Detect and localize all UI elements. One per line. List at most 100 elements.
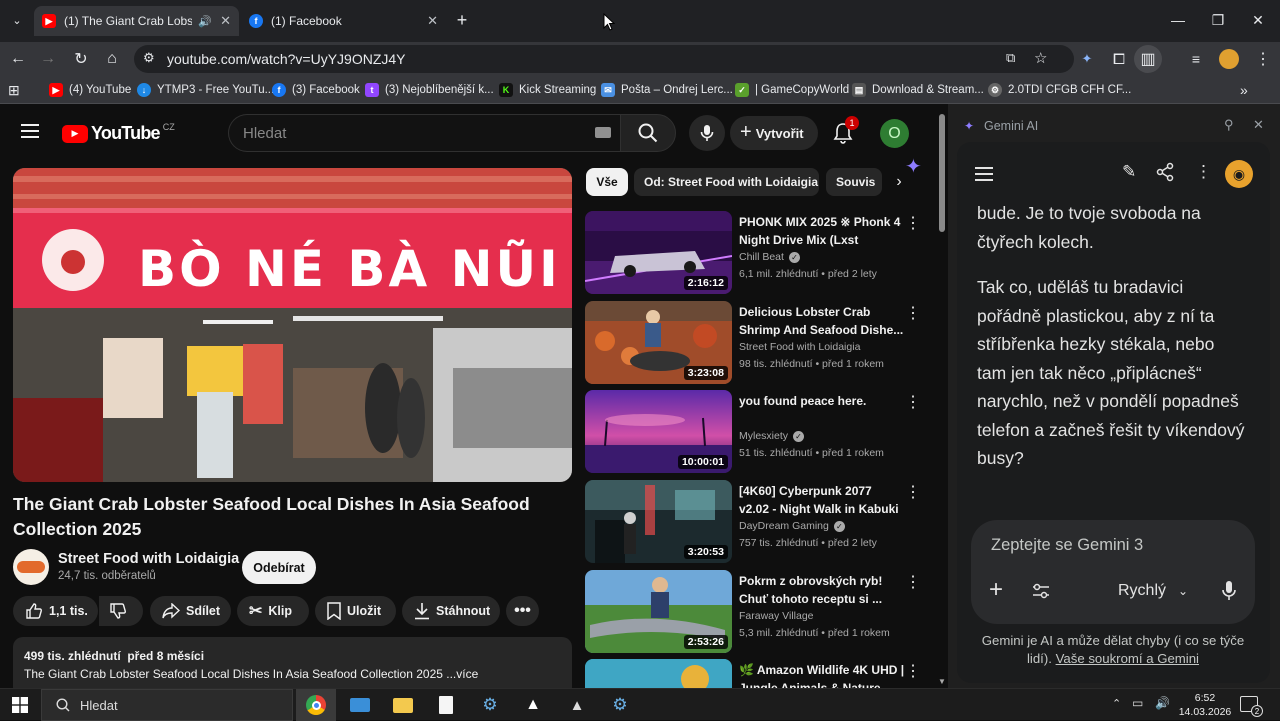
add-attachment-icon[interactable]: +	[989, 578, 1003, 602]
youtube-logo[interactable]: ▶ YouTube CZ	[62, 122, 175, 144]
account-avatar[interactable]: O	[880, 119, 909, 148]
recommended-video[interactable]: 3:20:53 [4K60] Cyberpunk 2077 v2.02 - Ni…	[585, 480, 925, 564]
more-vertical-icon[interactable]: ⋮	[905, 303, 921, 323]
mail-app-icon[interactable]	[340, 689, 380, 721]
download-button[interactable]: Stáhnout	[402, 596, 500, 626]
more-bookmarks-icon[interactable]: »	[1240, 81, 1248, 99]
bookmark-mail[interactable]: ✉ Pošta – Ondrej Lerc...	[601, 81, 733, 99]
address-bar[interactable]: ⚙ youtube.com/watch?v=UyYJ9ONZJ4Y ⧉ ☆	[134, 45, 1074, 73]
site-info-icon[interactable]: ⚙	[143, 50, 155, 66]
pin-icon[interactable]: ⚲	[1224, 117, 1234, 133]
more-vertical-icon[interactable]: ⋮	[905, 482, 921, 502]
tray-chevron-icon[interactable]: ⌃	[1112, 697, 1121, 710]
mode-selector[interactable]: Rychlý ⌄	[1118, 582, 1188, 600]
document-icon[interactable]	[426, 689, 466, 721]
minimize-icon[interactable]: —	[1158, 0, 1198, 40]
install-app-icon[interactable]: ⧉	[1006, 50, 1015, 66]
privacy-link[interactable]: Vaše soukromí a Gemini	[1056, 651, 1199, 666]
gemini-prompt-box[interactable]: Zeptejte se Gemini 3 + Rychlý ⌄	[971, 520, 1255, 624]
gemini-extension-icon[interactable]: ✦	[1072, 42, 1102, 76]
profile-avatar[interactable]	[1219, 49, 1239, 69]
network-icon[interactable]: ▭	[1132, 696, 1143, 710]
reload-icon[interactable]: ↻	[66, 42, 96, 76]
chip-all[interactable]: Vše	[586, 168, 628, 196]
hamburger-menu-icon[interactable]	[21, 124, 39, 138]
audio-playing-icon[interactable]: 🔊	[198, 15, 212, 28]
chrome-icon[interactable]	[296, 689, 336, 721]
back-icon[interactable]: ←	[3, 42, 33, 76]
user-avatar[interactable]: ◉	[1225, 160, 1253, 188]
share-button[interactable]: Sdílet	[150, 596, 231, 626]
side-panel-icon[interactable]: ▥	[1134, 45, 1162, 73]
media-control-icon[interactable]: ≡	[1181, 42, 1211, 76]
more-vertical-icon[interactable]: ⋮	[905, 392, 921, 412]
bookmark-ytmp3[interactable]: ↓ YTMP3 - Free YouTu...	[137, 81, 274, 99]
steam-icon[interactable]: ⚙	[470, 689, 510, 721]
more-vertical-icon[interactable]: ⋮	[905, 661, 921, 681]
bookmark-twitch[interactable]: t (3) Nejoblíbenější k...	[365, 81, 494, 99]
more-vertical-icon[interactable]: ⋮	[905, 572, 921, 592]
taskbar-search[interactable]: Hledat	[41, 689, 293, 721]
extensions-icon[interactable]: ⧠	[1104, 42, 1134, 76]
bookmark-gamecopyworld[interactable]: ✓ | GameCopyWorld	[735, 81, 849, 99]
gemini-menu-icon[interactable]	[975, 167, 993, 181]
bookmark-facebook[interactable]: f (3) Facebook	[272, 81, 360, 99]
close-tab-icon[interactable]: ✕	[220, 13, 231, 29]
bookmark-star-icon[interactable]: ☆	[1034, 49, 1047, 67]
subscribe-button[interactable]: Odebírat	[242, 551, 316, 584]
create-button[interactable]: + Vytvořit	[730, 116, 818, 150]
windows-start-icon[interactable]	[0, 689, 40, 721]
home-icon[interactable]: ⌂	[97, 42, 127, 76]
voice-search-button[interactable]	[689, 115, 725, 151]
new-chat-icon[interactable]: ✎	[1122, 162, 1136, 182]
description-box[interactable]: 499 tis. zhlédnutí před 8 měsíci The Gia…	[13, 637, 572, 688]
recommended-video[interactable]: 🌿 Amazon Wildlife 4K UHD | Jungle Animal…	[585, 659, 925, 688]
recommended-video[interactable]: 2:16:12 PHONK MIX 2025 ※ Phonk 4 Night D…	[585, 211, 925, 295]
search-button[interactable]	[620, 114, 676, 152]
youtube-scrollbar[interactable]: ▼	[936, 108, 948, 688]
video-player[interactable]: BÒ NÉ BÀ NŨI	[13, 168, 572, 482]
chip-from-channel[interactable]: Od: Street Food with Loidaigia	[634, 168, 819, 196]
close-tab-icon[interactable]: ✕	[427, 13, 438, 29]
channel-name[interactable]: Street Food with Loidaigia	[58, 551, 239, 567]
volume-icon[interactable]: 🔊	[1155, 696, 1170, 710]
menu-dots-icon[interactable]: ⋮	[1248, 42, 1278, 76]
share-chat-icon[interactable]	[1155, 162, 1175, 182]
tab-facebook[interactable]: f (1) Facebook ✕	[241, 6, 446, 36]
like-button[interactable]: 1,1 tis.	[13, 596, 98, 626]
microphone-icon[interactable]	[1221, 580, 1237, 602]
chip-related[interactable]: Souvis	[826, 168, 882, 196]
scroll-down-arrow-icon[interactable]: ▼	[938, 677, 946, 686]
clip-button[interactable]: ✂ Klip	[237, 596, 309, 626]
launcher-icon[interactable]: ▲	[513, 689, 553, 721]
notifications-button[interactable]: 1	[833, 116, 859, 144]
maximize-icon[interactable]: ❐	[1198, 0, 1238, 40]
more-vertical-icon[interactable]: ⋮	[1195, 162, 1212, 182]
file-explorer-icon[interactable]	[383, 689, 423, 721]
bookmark-download[interactable]: ▤ Download & Stream...	[852, 81, 984, 99]
steam-icon[interactable]: ⚙	[600, 689, 640, 721]
app-icon[interactable]: ▲	[557, 689, 597, 721]
more-vertical-icon[interactable]: ⋮	[905, 213, 921, 233]
tab-search-chevron-icon[interactable]: ⌄	[6, 8, 28, 32]
dislike-button[interactable]	[99, 596, 143, 626]
gemini-sparkle-icon[interactable]: ✦	[905, 154, 922, 179]
scrollbar-thumb[interactable]	[939, 114, 945, 232]
channel-avatar[interactable]	[13, 549, 49, 585]
clock[interactable]: 6:52 14.03.2026	[1176, 691, 1234, 719]
close-window-icon[interactable]: ✕	[1238, 0, 1278, 40]
tools-settings-icon[interactable]	[1031, 583, 1051, 599]
keyboard-icon[interactable]	[595, 127, 611, 138]
recommended-video[interactable]: 10:00:01 you found peace here. Mylesxiet…	[585, 390, 925, 474]
apps-grid-icon[interactable]: ⊞	[8, 81, 20, 99]
recommended-video[interactable]: 2:53:26 Pokrm z obrovských ryb! Chuť toh…	[585, 570, 925, 654]
tab-youtube[interactable]: ▶ (1) The Giant Crab Lobster S 🔊 ✕	[34, 6, 239, 36]
close-panel-icon[interactable]: ✕	[1253, 117, 1264, 133]
bookmark-kick[interactable]: K Kick Streaming	[499, 81, 596, 99]
forward-icon[interactable]: →	[33, 42, 63, 76]
recommended-video[interactable]: 3:23:08 Delicious Lobster Crab Shrimp An…	[585, 301, 925, 385]
more-actions-button[interactable]: •••	[506, 596, 539, 626]
save-button[interactable]: Uložit	[315, 596, 396, 626]
bookmark-youtube[interactable]: ▶ (4) YouTube	[49, 81, 131, 99]
new-tab-icon[interactable]: +	[452, 10, 472, 30]
